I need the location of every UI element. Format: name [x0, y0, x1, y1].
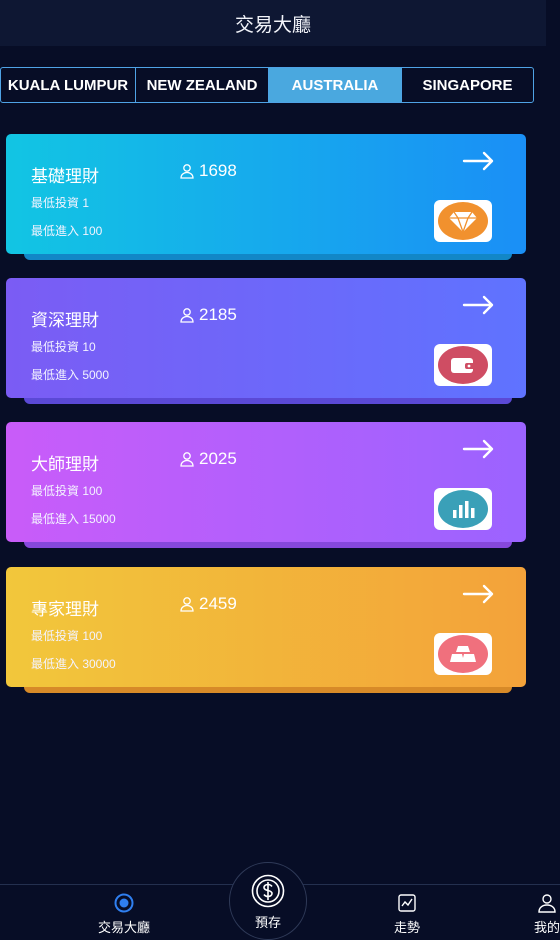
min-investment: 最低投資 1	[31, 196, 90, 210]
trend-chart-icon	[398, 894, 416, 912]
card-title: 資深理財	[31, 311, 99, 331]
arrow-right-icon[interactable]	[462, 584, 496, 604]
tab-new-zealand[interactable]: NEW ZEALAND	[136, 68, 269, 102]
nav-label: 預存	[254, 915, 281, 930]
card-user-count: 2025	[179, 449, 237, 469]
arrow-right-icon[interactable]	[462, 151, 496, 171]
tab-singapore[interactable]: SINGAPORE	[402, 68, 533, 102]
user-count-value: 2185	[199, 305, 237, 324]
product-badge	[434, 200, 492, 242]
user-icon	[180, 308, 194, 323]
region-tabs: KUALA LUMPUR NEW ZEALAND AUSTRALIA SINGA…	[0, 67, 534, 103]
app-header: 交易大廳	[0, 0, 546, 46]
product-card[interactable]: 專家理財 2459 最低投資 100 最低進入 30000	[6, 567, 526, 687]
gold-bars-icon	[438, 635, 488, 673]
min-entry: 最低進入 15000	[31, 512, 116, 526]
nav-trading-hall[interactable]: 交易大廳	[98, 893, 150, 936]
card-title: 大師理財	[31, 455, 99, 475]
min-entry: 最低進入 30000	[31, 657, 116, 671]
product-badge	[434, 344, 492, 386]
user-count-value: 2025	[199, 449, 237, 468]
nav-label: 我的	[534, 920, 560, 935]
product-card-basic: 基礎理財 1698 最低投資 1 最低進入 100	[6, 134, 526, 262]
product-card[interactable]: 資深理財 2185 最低投資 10 最低進入 5000	[6, 278, 526, 398]
product-badge	[434, 488, 492, 530]
min-entry: 最低進入 100	[31, 224, 103, 238]
user-icon	[180, 164, 194, 179]
min-investment: 最低投資 10	[31, 340, 96, 354]
bar-chart-icon	[438, 490, 488, 528]
product-badge	[434, 633, 492, 675]
nav-label: 走勢	[394, 920, 421, 935]
card-title: 專家理財	[31, 600, 99, 620]
nav-deposit[interactable]: 預存	[229, 862, 307, 940]
card-user-count: 2185	[179, 305, 237, 325]
product-card[interactable]: 基礎理財 1698 最低投資 1 最低進入 100	[6, 134, 526, 254]
user-icon	[538, 894, 556, 913]
nav-label: 交易大廳	[98, 920, 151, 935]
product-card-master: 大師理財 2025 最低投資 100 最低進入 15000	[6, 422, 526, 550]
tab-kuala-lumpur[interactable]: KUALA LUMPUR	[1, 68, 136, 102]
tab-australia[interactable]: AUSTRALIA	[269, 68, 402, 102]
arrow-right-icon[interactable]	[462, 295, 496, 315]
arrow-right-icon[interactable]	[462, 439, 496, 459]
target-icon	[114, 893, 134, 913]
min-entry: 最低進入 5000	[31, 368, 110, 382]
user-icon	[180, 597, 194, 612]
nav-mine[interactable]: 我的	[534, 893, 560, 936]
user-count-value: 2459	[199, 594, 237, 613]
page-title: 交易大廳	[234, 14, 311, 36]
min-investment: 最低投資 100	[31, 484, 103, 498]
nav-trend[interactable]: 走勢	[394, 893, 420, 936]
wallet-icon	[438, 346, 488, 384]
card-user-count: 2459	[179, 594, 237, 614]
card-user-count: 1698	[179, 161, 237, 181]
product-card-expert: 專家理財 2459 最低投資 100 最低進入 30000	[6, 567, 526, 695]
card-title: 基礎理財	[31, 167, 99, 187]
diamond-icon	[438, 202, 488, 240]
product-card[interactable]: 大師理財 2025 最低投資 100 最低進入 15000	[6, 422, 526, 542]
user-icon	[180, 452, 194, 467]
product-card-senior: 資深理財 2185 最低投資 10 最低進入 5000	[6, 278, 526, 406]
min-investment: 最低投資 100	[31, 629, 103, 643]
user-count-value: 1698	[199, 161, 237, 180]
dollar-coin-icon	[251, 874, 285, 908]
